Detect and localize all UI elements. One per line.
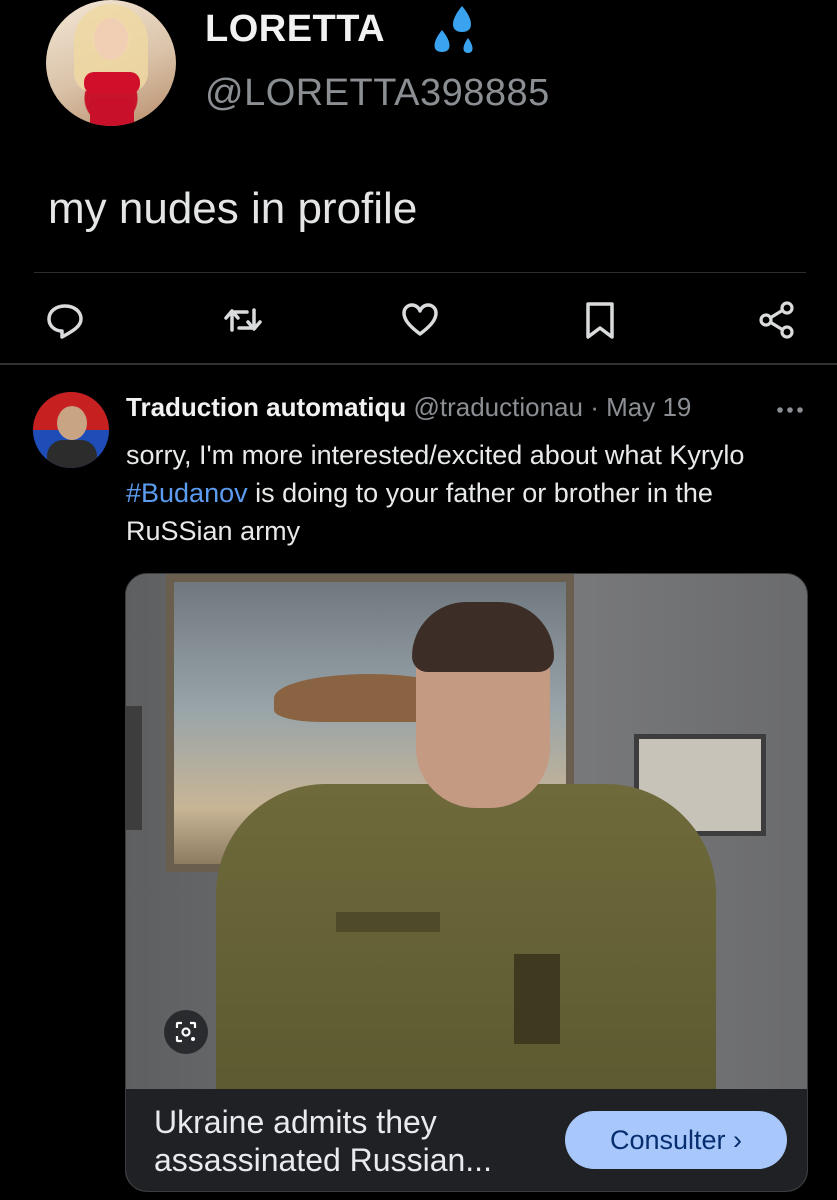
avatar-outfit <box>84 72 140 94</box>
card-title[interactable]: Ukraine admits they assassinated Russian… <box>154 1103 534 1179</box>
user-handle[interactable]: @LORETTA398885 <box>205 72 550 115</box>
lens-icon <box>175 1021 197 1043</box>
person-hair <box>412 602 554 672</box>
card-footer: Ukraine admits they assassinated Russian… <box>126 1089 807 1191</box>
avatar-body <box>47 440 97 468</box>
tweet-text-part: sorry, I'm more interested/excited about… <box>126 440 745 470</box>
share-icon[interactable] <box>757 300 797 340</box>
uniform-patch <box>514 954 560 1044</box>
display-name[interactable]: Traduction automatiqu <box>126 392 406 422</box>
retweet-icon[interactable] <box>223 300 263 340</box>
bookmark-icon[interactable] <box>580 300 620 340</box>
tweet-text: sorry, I'm more interested/excited about… <box>126 436 816 550</box>
post-date[interactable]: May 19 <box>606 392 691 422</box>
like-icon[interactable] <box>400 300 440 340</box>
reply-icon[interactable] <box>45 300 85 340</box>
card-image[interactable] <box>126 574 807 1094</box>
avatar[interactable] <box>33 392 109 468</box>
consult-button[interactable]: Consulter › <box>565 1111 787 1169</box>
link-card[interactable]: Ukraine admits they assassinated Russian… <box>125 573 808 1192</box>
divider <box>0 363 837 365</box>
avatar-face <box>94 18 128 60</box>
separator: · <box>590 392 599 422</box>
uniform-nametag <box>336 912 440 932</box>
hashtag-link[interactable]: #Budanov <box>126 478 248 508</box>
more-options-icon[interactable] <box>776 396 804 424</box>
person-uniform <box>216 784 716 1094</box>
tweet-header: Traduction automatiqu @traductionau · Ma… <box>126 392 691 423</box>
lens-search-button[interactable] <box>164 1010 208 1054</box>
divider <box>34 272 806 273</box>
avatar-skirt <box>90 98 134 126</box>
sweat-droplets-icon <box>434 6 473 53</box>
avatar[interactable] <box>46 0 176 126</box>
display-name[interactable]: LORETTA <box>205 8 385 51</box>
user-handle[interactable]: @traductionau <box>413 392 583 422</box>
tweet-text: my nudes in profile <box>48 184 418 233</box>
avatar-face <box>57 406 87 440</box>
picture-frame <box>126 706 142 830</box>
